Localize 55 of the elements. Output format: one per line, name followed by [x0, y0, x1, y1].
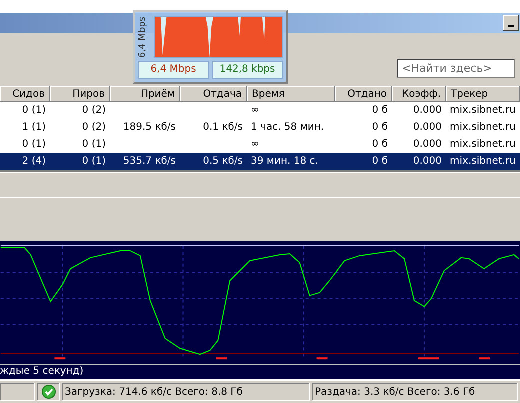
activity-marker	[316, 358, 328, 360]
column-header[interactable]: Приём	[110, 86, 180, 102]
table-cell-text: 1 (1)	[21, 120, 47, 135]
column-header[interactable]: Отдано	[335, 86, 392, 102]
download-speed: 6,4 Mbps	[138, 61, 209, 79]
table-cell-text: 189.5 кб/s	[122, 120, 177, 135]
activity-marker	[418, 358, 440, 360]
table-row[interactable]: 0 (1) 0 (1) ∞ 0 б 0.000 mix.sibnet.ru	[0, 136, 520, 153]
column-header[interactable]: Пиров	[50, 86, 110, 102]
column-header[interactable]: Сидов	[0, 86, 50, 102]
column-header[interactable]: Трекер	[446, 86, 520, 102]
column-header[interactable]: Коэфф.	[392, 86, 446, 102]
table-cell-text: ∞	[250, 104, 260, 118]
table-cell-text: 0.000	[412, 138, 443, 152]
axis-label: 6,4 Mbps	[138, 16, 149, 58]
table-cell-text: 0 б	[371, 104, 389, 118]
table-cell-text: 0 (2)	[81, 120, 107, 135]
table-cell-text: mix.sibnet.ru	[449, 104, 517, 118]
table-row[interactable]: 1 (1) 0 (2) 189.5 кб/s 0.1 кб/s 1 час. 58 мин. 0 б 0.000 mix.sibnet.ru	[0, 118, 520, 136]
status-panel	[0, 383, 35, 401]
table-cell-text: mix.sibnet.ru	[449, 120, 517, 135]
table-cell-text: 0 (1)	[81, 138, 107, 152]
table-cell-text: 0 (1)	[81, 154, 107, 169]
table-row[interactable]: 2 (4) 0 (1) 535.7 кб/s 0.5 кб/s 39 мин. 18 с. 0 б 0.000 mix.sibnet.ru	[0, 152, 520, 170]
table-cell-text: 0 (1)	[21, 138, 47, 152]
table-cell-text: 0.5 кб/s	[202, 154, 244, 169]
column-header[interactable]: Время	[247, 86, 335, 102]
table-cell-text: 0.000	[412, 154, 443, 169]
minimize-button[interactable]	[503, 14, 519, 31]
table-cell-text: 39 мин. 18 с.	[250, 154, 320, 169]
column-header[interactable]: Отдача	[180, 86, 247, 102]
activity-marker	[54, 358, 66, 360]
table-cell-text: 2 (4)	[21, 154, 47, 169]
table-cell-text: 0.1 кб/s	[202, 120, 244, 135]
table-cell-text: 1 час. 58 мин.	[250, 120, 326, 135]
table-row[interactable]: 0 (1) 0 (2) ∞ 0 б 0.000 mix.sibnet.ru	[0, 102, 520, 119]
activity-marker	[216, 358, 228, 360]
activity-marker	[479, 358, 490, 360]
upload-speed: 142,8 kbps	[212, 61, 283, 79]
table-cell-text: mix.sibnet.ru	[449, 138, 517, 152]
search-field[interactable]: <Найти здесь>	[397, 58, 515, 78]
graph-caption: ждые 5 секунд)	[0, 364, 520, 380]
download-status: Загрузка: 714.6 кб/с Всего: 8.8 Гб	[62, 383, 310, 401]
table-cell-text: 0 (2)	[81, 104, 107, 118]
table-cell-text: 0.000	[412, 104, 443, 118]
table-cell-text: 0 б	[371, 154, 389, 169]
table-cell-text: 0 б	[371, 120, 389, 135]
upload-status: Раздача: 3.3 кб/с Всего: 3.6 Гб	[312, 383, 518, 401]
table-cell-text: 0.000	[412, 120, 443, 135]
table-cell-text: ∞	[250, 138, 260, 152]
table-cell-text: 535.7 кб/s	[122, 154, 177, 169]
check-icon	[42, 385, 56, 400]
table-cell-text: 0 (1)	[21, 104, 47, 118]
table-cell-text: mix.sibnet.ru	[449, 154, 517, 169]
table-cell-text: 0 б	[371, 138, 389, 152]
